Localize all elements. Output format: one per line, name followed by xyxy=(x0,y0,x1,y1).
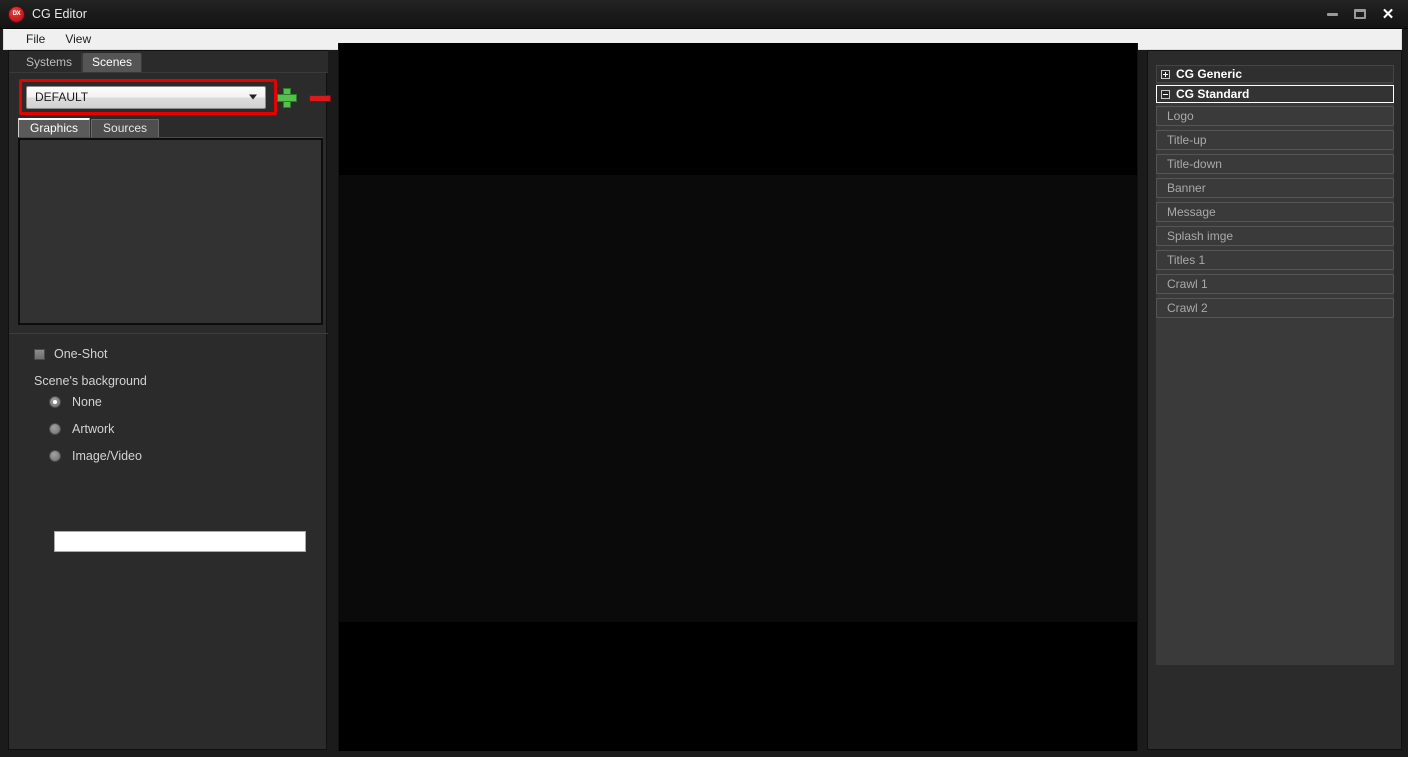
list-item[interactable]: Message xyxy=(1156,202,1394,222)
cg-standard-item-list: Logo Title-up Title-down Banner Message … xyxy=(1156,106,1394,318)
preview-letterbox-bottom xyxy=(339,622,1137,751)
left-panel: Systems Scenes DEFAULT Graphics Sources … xyxy=(8,50,331,750)
graphics-list[interactable] xyxy=(18,138,323,325)
title-bar: DX CG Editor ✕ xyxy=(0,0,1408,29)
window-title: CG Editor xyxy=(32,7,87,21)
scene-combo-value: DEFAULT xyxy=(35,90,89,104)
group-header-cg-standard-label: CG Standard xyxy=(1176,87,1250,101)
close-button[interactable]: ✕ xyxy=(1380,6,1396,22)
group-header-cg-generic-label: CG Generic xyxy=(1176,67,1243,81)
one-shot-label: One-Shot xyxy=(54,347,108,361)
one-shot-row[interactable]: One-Shot xyxy=(9,343,328,365)
chevron-down-icon xyxy=(249,94,257,100)
list-item[interactable]: Splash imge xyxy=(1156,226,1394,246)
background-option-image-video[interactable]: Image/Video xyxy=(9,442,328,469)
cg-editor-window: DX CG Editor ✕ File View Systems Scenes … xyxy=(0,0,1408,757)
scene-combo[interactable]: DEFAULT xyxy=(26,85,266,109)
background-path-input[interactable] xyxy=(54,531,306,552)
right-panel: CG Generic CG Standard Logo Title-up Tit… xyxy=(1147,50,1402,750)
dx-app-icon: DX xyxy=(9,6,24,22)
minimize-icon xyxy=(1326,12,1338,16)
tab-graphics[interactable]: Graphics xyxy=(18,118,91,137)
window-controls: ✕ xyxy=(1324,6,1408,22)
preview-letterbox-top xyxy=(339,43,1137,175)
background-option-image-video-label: Image/Video xyxy=(72,448,142,463)
list-item[interactable]: Crawl 1 xyxy=(1156,274,1394,294)
menu-item-file[interactable]: File xyxy=(16,30,55,48)
tab-systems[interactable]: Systems xyxy=(17,53,83,72)
plus-box-icon[interactable] xyxy=(1161,69,1170,79)
scene-selector-row: DEFAULT xyxy=(19,79,331,115)
scene-options: One-Shot Scene's background None Artwork… xyxy=(9,343,328,552)
radio-none-icon[interactable] xyxy=(49,395,61,408)
background-option-none-label: None xyxy=(72,394,102,409)
panel-tabs: Systems Scenes xyxy=(9,51,328,73)
background-option-artwork-label: Artwork xyxy=(72,421,115,436)
group-header-cg-generic[interactable]: CG Generic xyxy=(1156,65,1394,83)
panel-divider xyxy=(9,333,328,334)
template-browser: CG Generic CG Standard Logo Title-up Tit… xyxy=(1156,65,1394,322)
menu-item-view[interactable]: View xyxy=(55,30,101,48)
background-option-artwork[interactable]: Artwork xyxy=(9,415,328,442)
radio-artwork-icon[interactable] xyxy=(49,422,61,435)
list-item[interactable]: Logo xyxy=(1156,106,1394,126)
right-edge-strip xyxy=(1402,50,1406,750)
list-item[interactable]: Titles 1 xyxy=(1156,250,1394,270)
remove-scene-button[interactable] xyxy=(309,88,331,106)
tab-sources[interactable]: Sources xyxy=(91,119,160,137)
add-scene-button[interactable] xyxy=(277,88,297,108)
radio-image-video-icon[interactable] xyxy=(49,449,61,462)
one-shot-checkbox[interactable] xyxy=(34,348,45,360)
list-item[interactable]: Title-down xyxy=(1156,154,1394,174)
close-icon: ✕ xyxy=(1381,5,1395,23)
list-item[interactable]: Crawl 2 xyxy=(1156,298,1394,318)
maximize-icon xyxy=(1354,9,1366,19)
background-option-none[interactable]: None xyxy=(9,388,328,415)
list-item[interactable]: Banner xyxy=(1156,178,1394,198)
background-section-label: Scene's background xyxy=(34,374,147,388)
preview-canvas xyxy=(339,175,1137,622)
tab-scenes[interactable]: Scenes xyxy=(82,53,143,72)
app-icon-label: DX xyxy=(12,11,21,17)
list-item[interactable]: Title-up xyxy=(1156,130,1394,150)
minus-box-icon[interactable] xyxy=(1161,89,1170,99)
group-header-cg-standard[interactable]: CG Standard xyxy=(1156,85,1394,103)
minimize-button[interactable] xyxy=(1324,6,1340,22)
maximize-button[interactable] xyxy=(1352,6,1368,22)
content-tabs: Graphics Sources xyxy=(18,118,323,138)
scene-preview[interactable] xyxy=(338,43,1138,751)
